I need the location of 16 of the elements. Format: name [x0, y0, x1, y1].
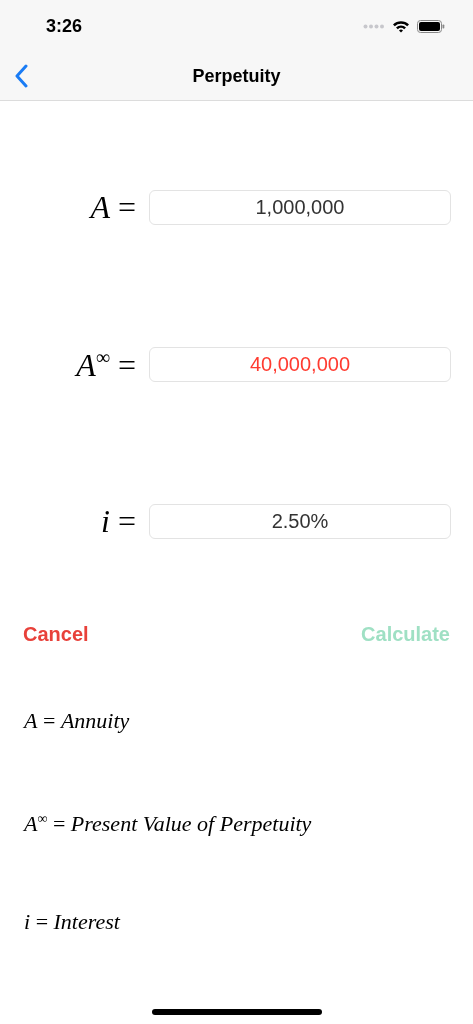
status-time: 3:26	[46, 15, 83, 37]
input-field[interactable]: 2.50%	[149, 504, 451, 539]
nav-title: Perpetuity	[192, 65, 281, 87]
input-field[interactable]: 40,000,000	[149, 347, 451, 382]
battery-icon	[417, 19, 445, 33]
input-field[interactable]: 1,000,000	[149, 190, 451, 225]
variable-label: A$^{∞}$ =	[73, 345, 136, 384]
cancel-button[interactable]: Cancel	[23, 623, 89, 646]
definition-text: A$^{∞}$ = Present Value of Perpetuity	[24, 810, 312, 838]
definition-text: A = Annuity	[24, 708, 130, 734]
variable-label: i =	[100, 503, 136, 540]
variable-label: A =	[88, 189, 136, 226]
signal-icon	[363, 23, 385, 29]
wifi-icon	[392, 19, 410, 33]
definition-text: i = Interest	[24, 909, 120, 936]
back-icon[interactable]	[14, 64, 28, 88]
